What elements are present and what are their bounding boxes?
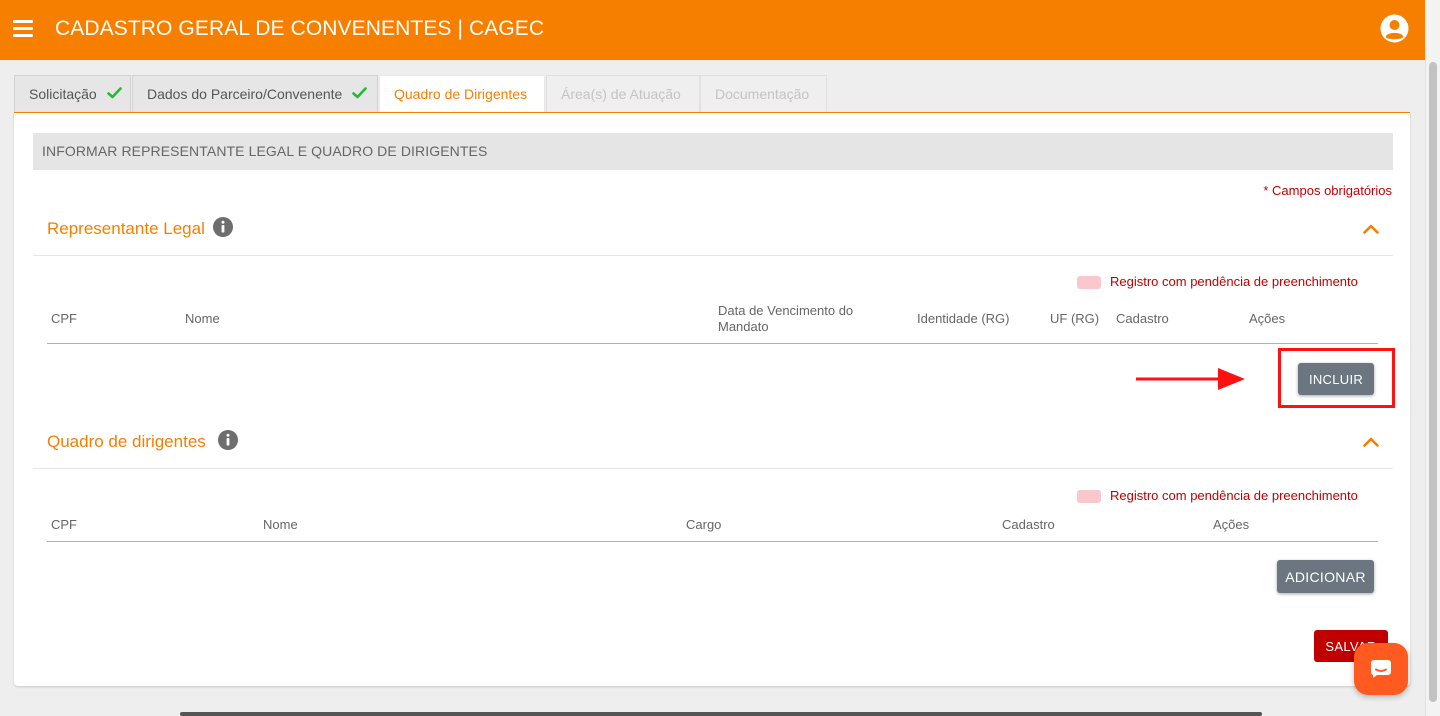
column-header-cadastro: Cadastro [1002,517,1055,532]
required-fields-note: * Campos obrigatórios [1263,183,1392,198]
column-header-uf: UF (RG) [1050,311,1100,326]
annotation-arrow-icon [1136,368,1245,390]
bottom-edge [180,712,1262,716]
scrollbar-thumb[interactable] [1429,62,1437,702]
panel-divider [33,468,1393,469]
check-icon [106,87,122,99]
tab-areas-atuacao: Área(s) de Atuação [546,75,700,112]
tab-solicitacao[interactable]: Solicitação [14,75,131,112]
tab-label: Quadro de Dirigentes [394,86,528,102]
column-header-cargo: Cargo [686,517,722,532]
pending-legend-label: Registro com pendência de preenchimento [1110,274,1358,289]
tab-dados-parceiro[interactable]: Dados do Parceiro/Convenente [132,75,378,112]
column-header-identidade: Identidade (RG) [917,311,1010,326]
adicionar-button[interactable]: ADICIONAR [1277,560,1374,593]
tab-label: Área(s) de Atuação [561,86,681,102]
info-icon[interactable] [218,430,238,450]
app-header: CADASTRO GERAL DE CONVENENTES | CAGEC [0,0,1425,60]
annotation-highlight-box [1278,348,1395,408]
menu-icon[interactable] [13,20,33,37]
check-icon [352,87,368,99]
column-header-acoes: Ações [1213,517,1250,532]
account-icon[interactable] [1380,14,1409,43]
table-header-line [47,343,1378,344]
chat-button[interactable] [1354,643,1408,695]
form-card: INFORMAR REPRESENTANTE LEGAL E QUADRO DE… [14,112,1410,686]
pending-legend-label: Registro com pendência de preenchimento [1110,488,1358,503]
tab-quadro-dirigentes[interactable]: Quadro de Dirigentes [379,75,545,113]
tab-label: Documentação [715,86,810,102]
app-title: CADASTRO GERAL DE CONVENENTES | CAGEC [55,17,545,40]
chat-icon [1370,660,1391,678]
chevron-up-icon[interactable] [1363,437,1379,447]
column-header-nome: Nome [263,517,298,532]
representante-legal-title[interactable]: Representante Legal [47,219,205,239]
tab-label: Dados do Parceiro/Convenente [147,86,343,102]
column-header-vencimento: Data de Vencimento do Mandato [718,303,854,334]
pending-legend-swatch [1077,276,1101,289]
pending-legend-swatch [1077,490,1101,503]
info-icon[interactable] [213,217,233,237]
panel-divider [33,255,1393,256]
table-header-line [47,541,1378,542]
column-header-nome: Nome [185,311,220,326]
quadro-dirigentes-title[interactable]: Quadro de dirigentes [47,432,206,452]
chevron-up-icon[interactable] [1363,224,1379,234]
column-header-cpf: CPF [51,311,77,326]
section-banner: INFORMAR REPRESENTANTE LEGAL E QUADRO DE… [33,133,1393,170]
column-header-acoes: Ações [1249,311,1286,326]
tab-label: Solicitação [29,86,97,102]
column-header-cpf: CPF [51,517,77,532]
column-header-cadastro: Cadastro [1116,311,1169,326]
tab-documentacao: Documentação [700,75,827,112]
